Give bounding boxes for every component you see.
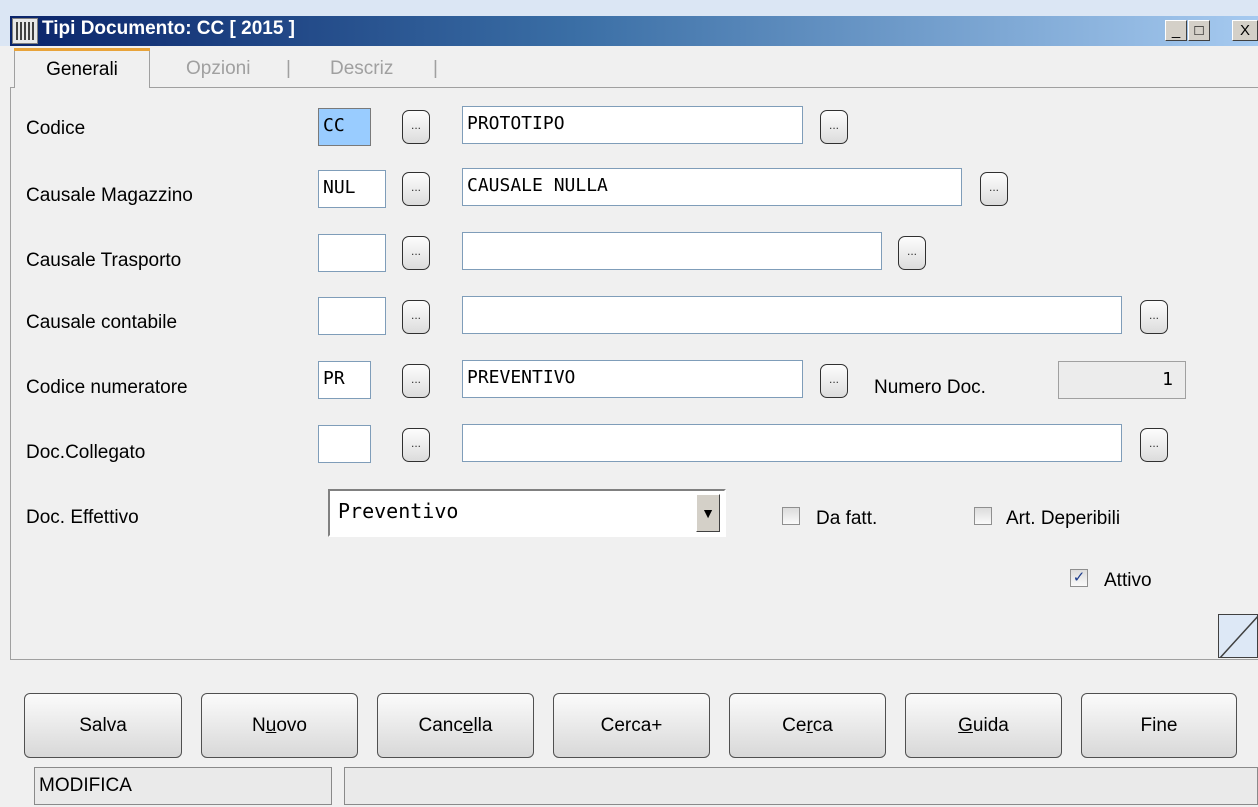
codice-lookup-button[interactable]: ... [402, 110, 430, 144]
da-fatt-label: Da fatt. [816, 508, 878, 529]
app-window-icon[interactable] [12, 18, 38, 44]
causale-contabile-desc-lookup-button[interactable]: ... [1140, 300, 1168, 334]
dropdown-arrow-icon[interactable]: ▼ [696, 494, 720, 532]
numero-doc-label: Numero Doc. [874, 377, 986, 398]
cerca-button[interactable]: Cerca [729, 693, 886, 758]
maximize-button[interactable]: □ [1188, 20, 1210, 41]
causale-contabile-lookup-button[interactable]: ... [402, 300, 430, 334]
tab-generali[interactable]: Generali [14, 48, 150, 88]
doc-collegato-desc-input[interactable] [462, 424, 1122, 462]
guida-mnemonic: G [958, 715, 973, 736]
causale-magazzino-code-input[interactable]: NUL [318, 170, 386, 208]
codice-label: Codice [26, 118, 86, 139]
doc-collegato-desc-lookup-button[interactable]: ... [1140, 428, 1168, 462]
tab-descriz[interactable]: Descriz [330, 49, 393, 87]
guida-label-part: uida [972, 715, 1009, 736]
tab-opzioni[interactable]: Opzioni [186, 49, 250, 87]
causale-contabile-desc-input[interactable] [462, 296, 1122, 334]
causale-contabile-code-input[interactable] [318, 297, 386, 335]
art-deperibili-label: Art. Deperibili [1006, 508, 1121, 529]
cancella-label-part: lla [473, 715, 493, 736]
cerca-plus-label: Cerca+ [600, 715, 663, 736]
attivo-label: Attivo [1104, 570, 1152, 591]
tab-separator: | [433, 58, 438, 79]
causale-magazzino-desc-input[interactable]: CAUSALE NULLA [462, 168, 962, 206]
codice-numeratore-label: Codice numeratore [26, 377, 188, 398]
window-title: Tipi Documento: CC [ 2015 ] [42, 18, 296, 39]
codice-desc-lookup-button[interactable]: ... [820, 110, 848, 144]
doc-effettivo-select[interactable]: Preventivo [328, 489, 726, 537]
causale-trasporto-lookup-button[interactable]: ... [402, 236, 430, 270]
art-deperibili-checkbox[interactable] [974, 507, 992, 525]
guida-button[interactable]: Guida [905, 693, 1062, 758]
causale-magazzino-lookup-button[interactable]: ... [402, 172, 430, 206]
codice-numeratore-code-input[interactable]: PR [318, 361, 371, 399]
status-mode: MODIFICA [34, 767, 332, 805]
causale-trasporto-desc-input[interactable] [462, 232, 882, 270]
tab-separator: | [286, 58, 291, 79]
cancella-mnemonic: e [462, 715, 474, 736]
fine-button[interactable]: Fine [1081, 693, 1237, 758]
doc-effettivo-label: Doc. Effettivo [26, 507, 139, 528]
nuovo-mnemonic: u [265, 715, 277, 736]
status-message [344, 767, 1258, 805]
resize-grip[interactable] [1218, 614, 1258, 658]
nuovo-label-part: ovo [276, 715, 307, 736]
codice-numeratore-lookup-button[interactable]: ... [402, 364, 430, 398]
codice-numeratore-desc-input[interactable]: PREVENTIVO [462, 360, 803, 398]
cancella-button[interactable]: Cancella [377, 693, 534, 758]
fine-label: Fine [1140, 715, 1178, 736]
doc-effettivo-value: Preventivo [338, 499, 459, 523]
cerca-label-part: Ce [782, 715, 807, 736]
doc-collegato-lookup-button[interactable]: ... [402, 428, 430, 462]
codice-desc-input[interactable]: PROTOTIPO [462, 106, 803, 144]
minimize-button[interactable]: _ [1165, 20, 1187, 41]
doc-collegato-label: Doc.Collegato [26, 442, 146, 463]
da-fatt-checkbox[interactable] [782, 507, 800, 525]
causale-magazzino-label: Causale Magazzino [26, 185, 193, 206]
numero-doc-field: 1 [1058, 361, 1186, 399]
close-button[interactable]: X [1232, 20, 1258, 41]
salva-label: Salva [79, 715, 127, 736]
cerca-plus-button[interactable]: Cerca+ [553, 693, 710, 758]
doc-collegato-code-input[interactable] [318, 425, 371, 463]
causale-trasporto-label: Causale Trasporto [26, 250, 182, 271]
nuovo-button[interactable]: Nuovo [201, 693, 358, 758]
attivo-checkbox[interactable]: ✓ [1070, 569, 1088, 587]
causale-trasporto-desc-lookup-button[interactable]: ... [898, 236, 926, 270]
causale-magazzino-desc-lookup-button[interactable]: ... [980, 172, 1008, 206]
causale-trasporto-code-input[interactable] [318, 234, 386, 272]
cerca-label-part: ca [812, 715, 833, 736]
cancella-label-part: Canc [418, 715, 463, 736]
nuovo-label-part: N [252, 715, 266, 736]
codice-code-input[interactable]: CC [318, 108, 371, 146]
causale-contabile-label: Causale contabile [26, 312, 178, 333]
salva-button[interactable]: Salva [24, 693, 182, 758]
codice-numeratore-desc-lookup-button[interactable]: ... [820, 364, 848, 398]
